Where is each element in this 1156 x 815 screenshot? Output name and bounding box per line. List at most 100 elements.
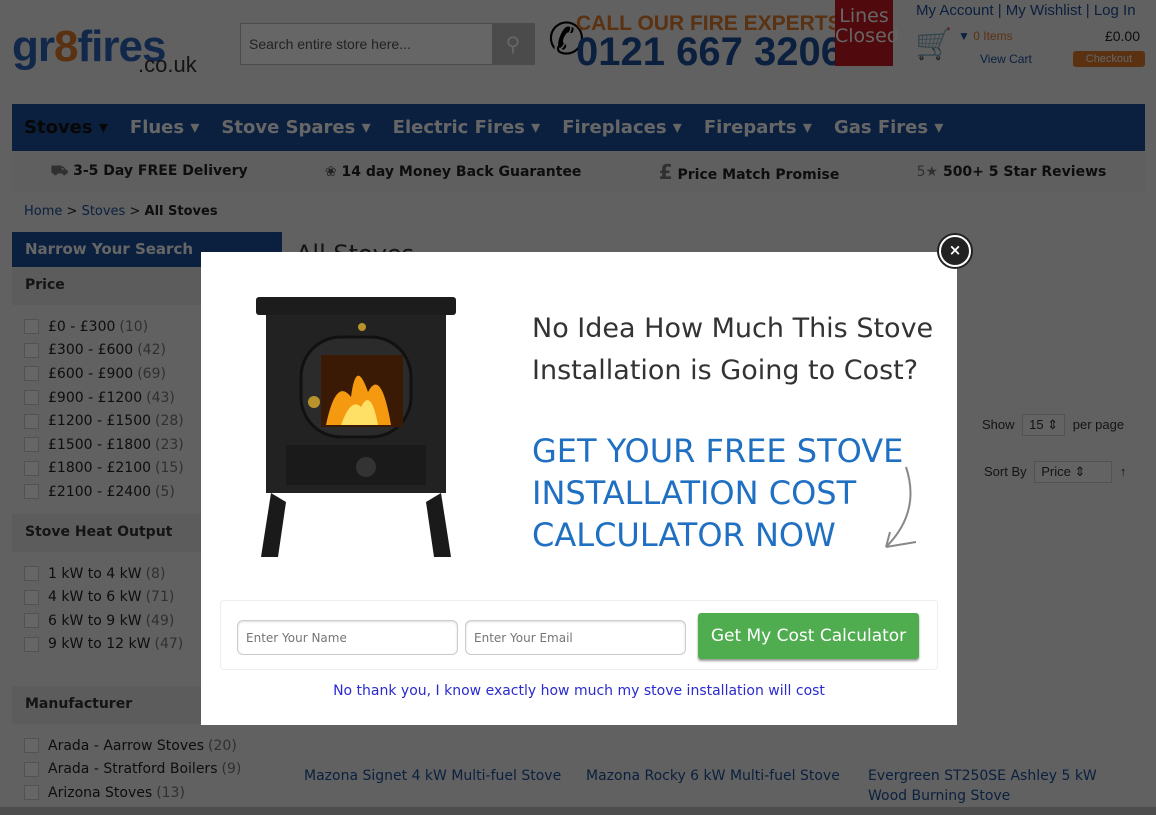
usp-price-match: £ Price Match Promise: [658, 160, 840, 184]
checkbox[interactable]: [24, 738, 39, 754]
nav-gas-fires[interactable]: Gas Fires ▾: [834, 117, 943, 138]
five-star-icon: 5★: [916, 164, 939, 180]
cart-total: £0.00: [1104, 28, 1140, 44]
filter-count: (43): [146, 389, 175, 406]
phone-number[interactable]: 0121 667 3206: [576, 30, 843, 75]
breadcrumb: Home > Stoves > All Stoves: [24, 204, 218, 219]
breadcrumb-stoves[interactable]: Stoves: [82, 204, 126, 219]
checkbox[interactable]: [24, 319, 39, 335]
view-cart-link[interactable]: View Cart: [980, 52, 1032, 66]
lines-status-badge: Lines Closed: [835, 0, 899, 66]
checkbox[interactable]: [24, 613, 39, 629]
name-input[interactable]: [237, 620, 458, 655]
checkbox[interactable]: [24, 342, 39, 358]
nav-electric-fires[interactable]: Electric Fires ▾: [393, 117, 541, 138]
search-input[interactable]: [241, 24, 492, 64]
checkbox[interactable]: [24, 566, 39, 582]
manufacturer-filter-option[interactable]: Arada - Stratford Boilers (9): [24, 757, 270, 781]
filter-label: £0 - £300: [48, 318, 116, 335]
nav-flues[interactable]: Flues ▾: [130, 117, 200, 138]
filter-label: £900 - £1200: [48, 389, 143, 406]
logo[interactable]: gr8fires .co.uk: [12, 22, 197, 77]
checkout-button[interactable]: Checkout: [1073, 51, 1145, 67]
filter-count: (28): [155, 413, 184, 430]
checkbox[interactable]: [24, 589, 39, 605]
nav-fireparts[interactable]: Fireparts ▾: [704, 117, 812, 138]
sort-by: Sort By Price ⇕ ↑: [984, 461, 1126, 483]
truck-icon: ⛟: [50, 163, 69, 179]
filter-label: Arada - Aarrow Stoves: [48, 737, 205, 754]
filter-label: Arada - Stratford Boilers: [48, 761, 218, 778]
filter-label: Arizona Stoves: [48, 784, 153, 801]
get-calculator-button[interactable]: Get My Cost Calculator: [698, 613, 919, 659]
modal-question: No Idea How Much This Stove Installation…: [532, 313, 934, 386]
checkbox[interactable]: [24, 437, 39, 453]
usp-bar: ⛟ 3-5 Day FREE Delivery ❀ 14 day Money B…: [12, 152, 1145, 192]
filter-count: (5): [155, 483, 175, 500]
checkbox[interactable]: [24, 636, 39, 652]
filter-label: £1800 - £2100: [48, 460, 152, 477]
stove-image: [256, 297, 456, 557]
manufacturer-filter-option[interactable]: Arizona Stoves (13): [24, 781, 270, 805]
login-link[interactable]: Log In: [1094, 2, 1136, 19]
decline-link[interactable]: No thank you, I know exactly how much my…: [201, 683, 957, 699]
product-title[interactable]: Evergreen ST250SE Ashley 5 kW Wood Burni…: [868, 766, 1138, 806]
main-nav: Stoves ▾ Flues ▾ Stove Spares ▾ Electric…: [12, 104, 1145, 151]
checkbox[interactable]: [24, 761, 39, 777]
checkbox[interactable]: [24, 366, 39, 382]
cart-icon[interactable]: 🛒: [915, 27, 952, 62]
search-icon[interactable]: ⚲: [492, 24, 534, 64]
checkbox[interactable]: [24, 484, 39, 500]
breadcrumb-home[interactable]: Home: [24, 204, 62, 219]
product-title[interactable]: Mazona Signet 4 kW Multi-fuel Stove: [304, 766, 574, 786]
filter-label: £1200 - £1500: [48, 413, 152, 430]
email-input[interactable]: [465, 620, 686, 655]
search-bar: ⚲: [240, 23, 535, 65]
rosette-icon: ❀: [324, 164, 337, 180]
filter-count: (20): [208, 737, 237, 754]
filter-count: (49): [145, 612, 175, 629]
filter-count: (10): [119, 318, 149, 335]
manufacturer-filter-option[interactable]: Arada - Aarrow Stoves (20): [24, 734, 270, 758]
checkbox[interactable]: [24, 413, 39, 429]
checkbox[interactable]: [24, 460, 39, 476]
filter-label: £300 - £600: [48, 342, 134, 359]
signup-form: Get My Cost Calculator: [220, 600, 938, 670]
sort-select[interactable]: Price ⇕: [1034, 461, 1113, 483]
manufacturer-filter-list: Arada - Aarrow Stoves (20) Arada - Stratfo…: [12, 724, 282, 815]
cart-items[interactable]: ▼ 0 Items: [958, 29, 1013, 43]
account-links: My Account | My Wishlist | Log In: [916, 2, 1136, 19]
show-per-page: Show 15 ⇕ per page: [982, 414, 1124, 436]
per-page-select[interactable]: 15 ⇕: [1022, 414, 1066, 436]
checkbox[interactable]: [24, 785, 39, 801]
filter-label: £1500 - £1800: [48, 436, 152, 453]
filter-count: (47): [154, 636, 184, 653]
logo-tld: .co.uk: [138, 52, 197, 77]
usp-guarantee: ❀ 14 day Money Back Guarantee: [324, 164, 582, 180]
filter-label: £2100 - £2400: [48, 483, 152, 500]
my-account-link[interactable]: My Account: [916, 2, 994, 19]
nav-stove-spares[interactable]: Stove Spares ▾: [221, 117, 370, 138]
filter-count: (71): [145, 589, 175, 606]
dropdown-arrow-icon: ▼: [958, 29, 970, 43]
filter-label: 6 kW to 9 kW: [48, 612, 142, 629]
checkbox[interactable]: [24, 390, 39, 406]
cart-items-count: 0 Items: [973, 29, 1013, 43]
curved-arrow-icon: [885, 466, 917, 548]
filter-count: (42): [137, 342, 166, 359]
close-icon[interactable]: ×: [939, 235, 971, 267]
filter-label: £600 - £900: [48, 365, 134, 382]
filter-count: (8): [145, 565, 166, 582]
my-wishlist-link[interactable]: My Wishlist: [1006, 2, 1082, 19]
pound-icon: £: [658, 160, 673, 184]
usp-reviews: 5★ 500+ 5 Star Reviews: [916, 164, 1107, 180]
breadcrumb-current: All Stoves: [144, 204, 218, 219]
sort-direction-icon[interactable]: ↑: [1120, 464, 1127, 479]
nav-stoves[interactable]: Stoves ▾: [24, 117, 108, 138]
nav-fireplaces[interactable]: Fireplaces ▾: [562, 117, 682, 138]
filter-count: (15): [155, 460, 184, 477]
filter-label: 9 kW to 12 kW: [48, 636, 151, 653]
product-title[interactable]: Mazona Rocky 6 kW Multi-fuel Stove: [586, 766, 856, 786]
usp-delivery: ⛟ 3-5 Day FREE Delivery: [50, 163, 248, 179]
filter-label: 4 kW to 6 kW: [48, 589, 142, 606]
